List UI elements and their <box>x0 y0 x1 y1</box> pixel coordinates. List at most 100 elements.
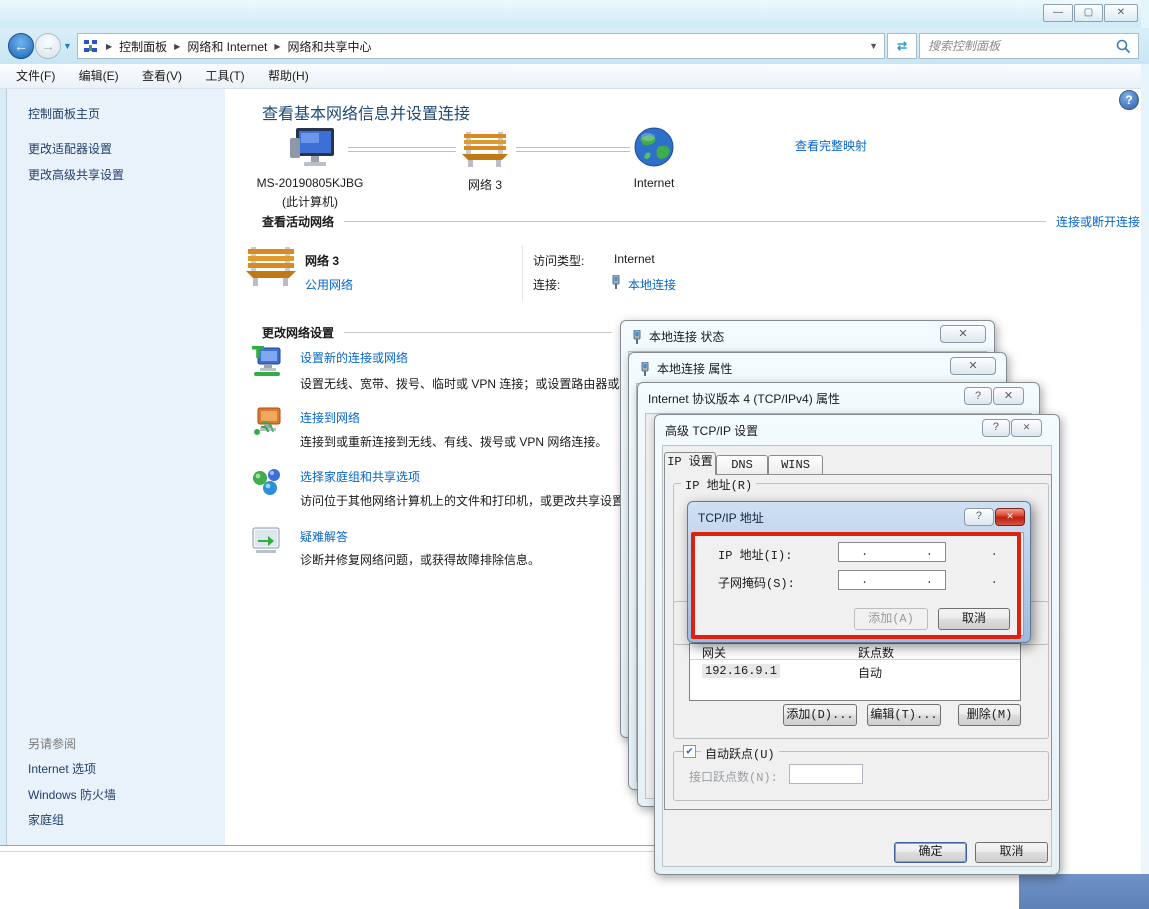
help-button[interactable]: ? <box>1119 90 1139 110</box>
window-right-border <box>1141 0 1149 909</box>
connections-label: 连接: <box>533 276 560 293</box>
task-setup-new-connection[interactable]: 设置新的连接或网络 <box>300 349 408 366</box>
connect-disconnect-link[interactable]: 连接或断开连接 <box>1056 213 1140 230</box>
map-network-label: 网络 3 <box>450 176 520 193</box>
window-bottom-edge <box>0 845 658 846</box>
delete-gateway-button[interactable]: 删除(M) <box>958 704 1021 726</box>
help-icon: ? <box>1125 93 1132 107</box>
interface-metric-label: 接口跃点数(N): <box>689 768 778 785</box>
dialog-advanced-tcpip-settings: 高级 TCP/IP 设置 ? ✕ IP 设置 DNS WINS IP 地址(R)… <box>654 414 1060 875</box>
forward-button[interactable]: → <box>35 33 61 59</box>
computer-icon[interactable] <box>286 126 338 172</box>
search-input[interactable] <box>920 39 1116 53</box>
column-divider <box>522 245 523 301</box>
red-highlight-box <box>691 532 1021 639</box>
cancel-button[interactable]: 取消 <box>975 842 1048 863</box>
tab-ip-settings[interactable]: IP 设置 <box>664 452 716 475</box>
task-troubleshoot-desc: 诊断并修复网络问题，或获得故障排除信息。 <box>300 551 628 568</box>
close-icon: ✕ <box>1023 422 1030 434</box>
help-icon: ? <box>976 511 983 523</box>
sidebar-item-internet-options[interactable]: Internet 选项 <box>28 760 96 777</box>
dialog-title: 高级 TCP/IP 设置 <box>665 422 758 439</box>
breadcrumb[interactable]: ▶ 控制面板 ▶ 网络和 Internet ▶ 网络和共享中心 ▼ <box>77 33 885 59</box>
close-button[interactable]: ✕ <box>993 387 1024 405</box>
sidebar-item-windows-firewall[interactable]: Windows 防火墙 <box>28 786 116 803</box>
checkmark-icon: ✔ <box>686 746 693 758</box>
help-button[interactable]: ? <box>982 419 1010 437</box>
network-type-link[interactable]: 公用网络 <box>305 276 353 293</box>
map-computer-sub: (此计算机) <box>240 193 380 210</box>
close-icon: ✕ <box>1117 7 1125 18</box>
help-icon: ? <box>975 390 981 402</box>
network-bench-icon[interactable] <box>462 130 508 168</box>
gateway-col-header: 网关 <box>702 644 726 661</box>
add-gateway-button[interactable]: 添加(D)... <box>783 704 857 726</box>
tab-wins[interactable]: WINS <box>768 455 823 475</box>
minimize-button[interactable]: — <box>1043 4 1073 22</box>
task-setup-new-connection-desc: 设置无线、宽带、拨号、临时或 VPN 连接；或设置路由器或访问 <box>300 375 628 392</box>
close-button[interactable]: ✕ <box>950 357 996 375</box>
help-button[interactable]: ? <box>964 387 992 405</box>
gateway-row-metric: 自动 <box>858 664 882 681</box>
ok-button[interactable]: 确定 <box>894 842 967 863</box>
window-left-border <box>0 89 7 845</box>
task-connect-to-network[interactable]: 连接到网络 <box>300 409 360 426</box>
edit-gateway-button[interactable]: 编辑(T)... <box>867 704 941 726</box>
menu-edit[interactable]: 编辑(E) <box>69 64 129 88</box>
close-icon: ✕ <box>1007 511 1014 523</box>
minimize-icon: — <box>1053 7 1063 18</box>
maximize-button[interactable]: ▢ <box>1074 4 1103 22</box>
section-rule <box>344 332 612 333</box>
refresh-icon: ⇄ <box>897 39 907 53</box>
sidebar-item-change-advanced-sharing[interactable]: 更改高级共享设置 <box>28 166 124 183</box>
troubleshoot-icon <box>252 527 282 555</box>
close-button[interactable]: ✕ <box>1104 4 1138 22</box>
auto-metric-checkbox[interactable]: ✔ <box>683 745 696 758</box>
maximize-icon: ▢ <box>1084 7 1093 18</box>
menu-help[interactable]: 帮助(H) <box>258 64 319 88</box>
sidebar-item-change-adapter-settings[interactable]: 更改适配器设置 <box>28 140 112 157</box>
map-internet-label: Internet <box>612 176 696 190</box>
gateway-table: 网关 跃点数 192.16.9.1 自动 <box>689 643 1021 701</box>
window-titlebar <box>0 0 1149 28</box>
dialog-title: Internet 协议版本 4 (TCP/IPv4) 属性 <box>648 390 840 407</box>
task-choose-homegroup[interactable]: 选择家庭组和共享选项 <box>300 468 420 485</box>
task-troubleshoot[interactable]: 疑难解答 <box>300 528 348 545</box>
homegroup-sharing-icon <box>250 466 286 498</box>
close-button[interactable]: ✕ <box>940 325 986 343</box>
map-link-line <box>348 147 456 152</box>
menu-tools[interactable]: 工具(T) <box>195 64 254 88</box>
interface-metric-input[interactable] <box>789 764 863 784</box>
tab-dns[interactable]: DNS <box>716 455 768 475</box>
metric-col-header: 跃点数 <box>858 644 894 661</box>
map-computer-name: MS-20190805KJBG <box>240 176 380 190</box>
internet-globe-icon[interactable] <box>634 127 674 167</box>
dialog-title: 本地连接 属性 <box>657 360 732 377</box>
see-full-map-link[interactable]: 查看完整映射 <box>795 137 867 154</box>
breadcrumb-item-network-internet[interactable]: 网络和 Internet <box>187 38 267 55</box>
refresh-button[interactable]: ⇄ <box>887 33 917 59</box>
breadcrumb-arrow-icon: ▶ <box>267 42 287 51</box>
back-button[interactable]: ← <box>8 33 34 59</box>
page-title: 查看基本网络信息并设置连接 <box>262 100 470 124</box>
desktop-background <box>1019 874 1149 909</box>
menu-bar: 文件(F) 编辑(E) 查看(V) 工具(T) 帮助(H) <box>0 64 1141 89</box>
search-box <box>919 33 1139 59</box>
gateway-row-address[interactable]: 192.16.9.1 <box>702 664 780 678</box>
close-icon: ✕ <box>1004 390 1013 402</box>
address-dropdown-icon[interactable]: ▼ <box>869 41 878 51</box>
menu-view[interactable]: 查看(V) <box>132 64 192 88</box>
auto-metric-label: 自动跃点(U) <box>701 745 779 762</box>
help-button[interactable]: ? <box>964 508 994 526</box>
close-button[interactable]: ✕ <box>1011 419 1042 437</box>
map-link-line <box>516 147 630 152</box>
recent-pages-dropdown[interactable]: ▼ <box>63 41 72 51</box>
local-connection-link[interactable]: 本地连接 <box>628 276 676 293</box>
breadcrumb-item-control-panel[interactable]: 控制面板 <box>119 38 167 55</box>
menu-file[interactable]: 文件(F) <box>6 64 65 88</box>
setup-connection-icon <box>250 346 286 378</box>
sidebar-item-homegroup[interactable]: 家庭组 <box>28 811 64 828</box>
sidebar-item-control-panel-home[interactable]: 控制面板主页 <box>28 105 100 122</box>
breadcrumb-item-network-sharing-center[interactable]: 网络和共享中心 <box>288 38 372 55</box>
close-button[interactable]: ✕ <box>995 508 1025 526</box>
